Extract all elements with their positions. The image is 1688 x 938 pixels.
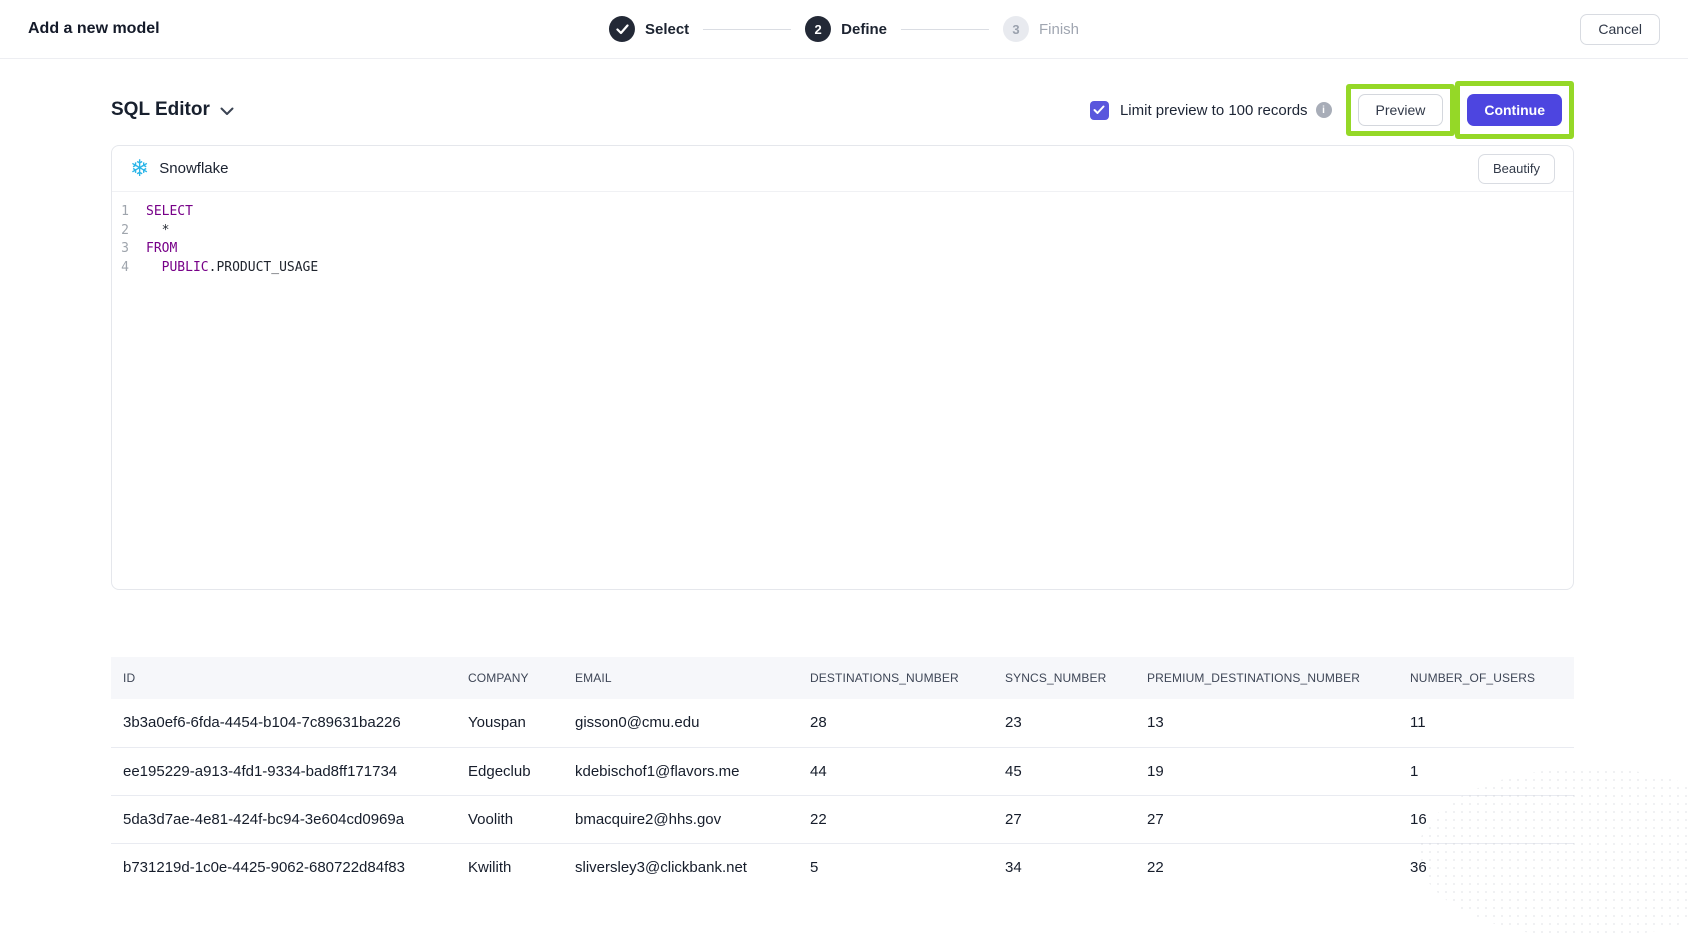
continue-button[interactable]: Continue (1467, 94, 1562, 126)
sql-editor-card: ❄ Snowflake Beautify 1SELECT2 *3FROM4 PU… (111, 145, 1574, 590)
line-number: 2 (112, 222, 138, 241)
code-text: SELECT (146, 203, 193, 222)
table-cell: b731219d-1c0e-4425-9062-680722d84f83 (111, 843, 456, 891)
main-content: SQL Editor Limit preview to 100 records … (0, 81, 1688, 891)
sql-keyword: SELECT (146, 204, 193, 219)
table-row: 3b3a0ef6-6fda-4454-b104-7c89631ba226Yous… (111, 699, 1574, 747)
table-cell: Voolith (456, 795, 563, 843)
code-text: PUBLIC.PRODUCT_USAGE (146, 259, 318, 278)
table-cell: 22 (798, 795, 993, 843)
check-icon (615, 24, 628, 35)
sql-editor-header: ❄ Snowflake Beautify (112, 146, 1573, 192)
info-icon[interactable]: i (1316, 102, 1332, 118)
preview-button[interactable]: Preview (1358, 94, 1444, 126)
table-cell: 16 (1398, 795, 1574, 843)
column-header-destinations-number: DESTINATIONS_NUMBER (798, 657, 993, 699)
editor-toolbar: SQL Editor Limit preview to 100 records … (111, 81, 1574, 139)
sql-keyword: PUBLIC (146, 260, 209, 275)
step-select-label: Select (645, 21, 689, 38)
line-number: 1 (112, 203, 138, 222)
table-cell: 34 (993, 843, 1135, 891)
table-cell: 45 (993, 747, 1135, 795)
snowflake-icon: ❄ (130, 157, 149, 180)
limit-preview-checkbox[interactable] (1090, 101, 1109, 120)
column-header-premium-destinations-number: PREMIUM_DESTINATIONS_NUMBER (1135, 657, 1398, 699)
step-select-indicator (609, 16, 635, 42)
table-cell: 27 (993, 795, 1135, 843)
editor-mode-label: SQL Editor (111, 99, 210, 121)
code-line: 2 * (112, 222, 1573, 241)
table-cell: Edgeclub (456, 747, 563, 795)
continue-button-highlight: Continue (1455, 81, 1574, 139)
table-cell: gisson0@cmu.edu (563, 699, 798, 747)
step-finish-indicator: 3 (1003, 16, 1029, 42)
table-cell: 22 (1135, 843, 1398, 891)
step-select[interactable]: Select (609, 16, 689, 42)
table-cell: 1 (1398, 747, 1574, 795)
step-connector (703, 29, 791, 30)
preview-button-highlight: Preview (1346, 84, 1456, 136)
beautify-button[interactable]: Beautify (1478, 154, 1555, 184)
table-cell: kdebischof1@flavors.me (563, 747, 798, 795)
table-cell: 11 (1398, 699, 1574, 747)
code-line: 4 PUBLIC.PRODUCT_USAGE (112, 259, 1573, 278)
column-header-syncs-number: SYNCS_NUMBER (993, 657, 1135, 699)
table-cell: sliversley3@clickbank.net (563, 843, 798, 891)
stepper: Select 2 Define 3 Finish (609, 16, 1079, 42)
table-cell: 44 (798, 747, 993, 795)
column-header-id: ID (111, 657, 456, 699)
table-cell: 13 (1135, 699, 1398, 747)
step-finish-label: Finish (1039, 21, 1079, 38)
table-cell: Youspan (456, 699, 563, 747)
table-cell: bmacquire2@hhs.gov (563, 795, 798, 843)
sql-code-editor[interactable]: 1SELECT2 *3FROM4 PUBLIC.PRODUCT_USAGE (112, 192, 1573, 590)
step-finish[interactable]: 3 Finish (1003, 16, 1079, 42)
checkbox-check-icon (1093, 105, 1105, 115)
page-title: Add a new model (28, 20, 160, 38)
table-cell: Kwilith (456, 843, 563, 891)
column-header-company: COMPANY (456, 657, 563, 699)
table-cell: ee195229-a913-4fd1-9334-bad8ff171734 (111, 747, 456, 795)
table-cell: 5da3d7ae-4e81-424f-bc94-3e604cd0969a (111, 795, 456, 843)
code-text: * (146, 222, 169, 241)
step-define-label: Define (841, 21, 887, 38)
column-header-email: EMAIL (563, 657, 798, 699)
editor-mode-dropdown[interactable]: SQL Editor (111, 99, 234, 121)
top-bar: Add a new model Select 2 Define 3 Finish… (0, 0, 1688, 59)
source-name: Snowflake (159, 160, 228, 177)
preview-table-body: 3b3a0ef6-6fda-4454-b104-7c89631ba226Yous… (111, 699, 1574, 891)
cancel-button[interactable]: Cancel (1580, 14, 1660, 45)
step-connector (901, 29, 989, 30)
step-define-indicator: 2 (805, 16, 831, 42)
code-line: 1 SELECT (112, 203, 1573, 222)
line-number: 3 (112, 240, 138, 259)
preview-table-header: ID COMPANY EMAIL DESTINATIONS_NUMBER SYN… (111, 657, 1574, 699)
annotation-highlight-group: Preview Continue (1346, 81, 1574, 139)
preview-controls: Limit preview to 100 records i Preview C… (1090, 81, 1574, 139)
table-cell: 27 (1135, 795, 1398, 843)
table-cell: 36 (1398, 843, 1574, 891)
code-line: 3 FROM (112, 240, 1573, 259)
step-define[interactable]: 2 Define (805, 16, 887, 42)
info-icon-glyph: i (1322, 105, 1325, 116)
code-text: FROM (146, 240, 177, 259)
table-row: 5da3d7ae-4e81-424f-bc94-3e604cd0969aVool… (111, 795, 1574, 843)
table-cell: 3b3a0ef6-6fda-4454-b104-7c89631ba226 (111, 699, 456, 747)
table-row: b731219d-1c0e-4425-9062-680722d84f83Kwil… (111, 843, 1574, 891)
limit-preview-label: Limit preview to 100 records (1120, 102, 1308, 119)
table-cell: 5 (798, 843, 993, 891)
sql-keyword: FROM (146, 241, 177, 256)
sql-plain-text: .PRODUCT_USAGE (209, 260, 319, 275)
table-cell: 19 (1135, 747, 1398, 795)
preview-results: ID COMPANY EMAIL DESTINATIONS_NUMBER SYN… (111, 657, 1574, 891)
table-row: ee195229-a913-4fd1-9334-bad8ff171734Edge… (111, 747, 1574, 795)
preview-table: ID COMPANY EMAIL DESTINATIONS_NUMBER SYN… (111, 657, 1574, 891)
table-cell: 23 (993, 699, 1135, 747)
sql-plain-text: * (146, 223, 169, 238)
chevron-down-icon (220, 107, 234, 116)
table-cell: 28 (798, 699, 993, 747)
column-header-number-of-users: NUMBER_OF_USERS (1398, 657, 1574, 699)
line-number: 4 (112, 259, 138, 278)
